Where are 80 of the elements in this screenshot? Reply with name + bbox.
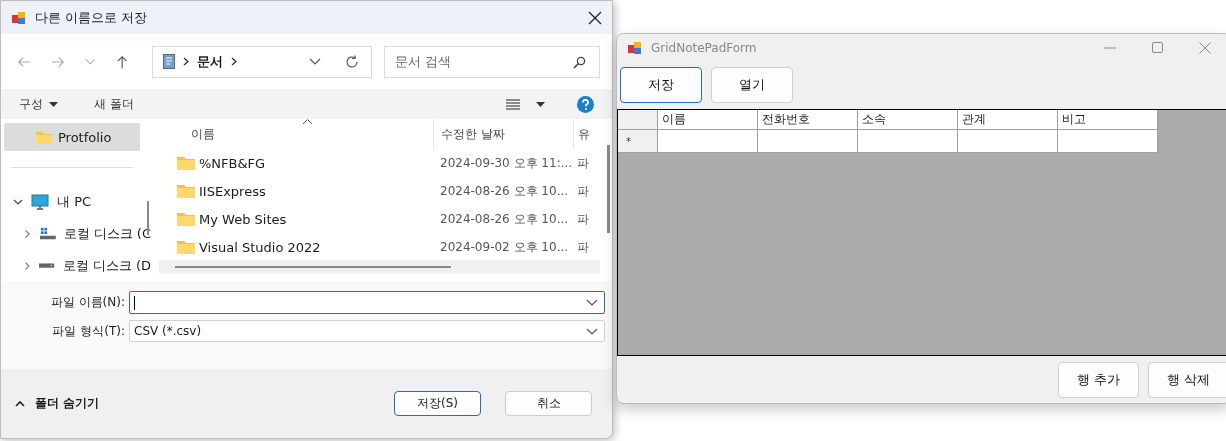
- folder-icon: [177, 212, 195, 226]
- column-header[interactable]: 이름: [159, 125, 433, 143]
- maximize-icon[interactable]: [1152, 42, 1163, 53]
- help-icon[interactable]: [577, 95, 594, 113]
- list-view-icon[interactable]: [506, 98, 520, 110]
- tree-item[interactable]: 내 PC: [1, 186, 151, 218]
- table-cell-text: 파: [576, 154, 590, 172]
- search-field[interactable]: 문서 검색: [384, 45, 600, 78]
- search-icon: [573, 55, 586, 69]
- nav-item[interactable]: Protfolio: [4, 123, 140, 151]
- add-row-button[interactable]: 행 추가: [1058, 361, 1139, 398]
- drive-icon: [39, 263, 55, 269]
- new-folder-button[interactable]: 새 폴더: [94, 95, 134, 113]
- app-icon: [11, 9, 27, 26]
- close-icon[interactable]: [588, 10, 602, 25]
- dropdown-triangle-icon[interactable]: [536, 101, 545, 107]
- combo-field[interactable]: CSV (*.csv): [129, 320, 605, 342]
- horizontal-scrollbar[interactable]: [159, 260, 600, 273]
- column-header[interactable]: 소속: [858, 110, 958, 130]
- table-cell[interactable]: [758, 130, 858, 153]
- combo-field[interactable]: [129, 291, 605, 314]
- field-label: 파일 형식(T):: [51, 322, 126, 340]
- refresh-icon[interactable]: [345, 54, 359, 69]
- folder-icon: [177, 184, 195, 198]
- document-icon: [162, 54, 175, 69]
- chevron-down-icon[interactable]: [13, 197, 23, 207]
- organize-menu[interactable]: 구성: [19, 95, 43, 113]
- save-button[interactable]: 저장(S): [394, 391, 481, 416]
- file-name[interactable]: My Web Sites: [199, 211, 287, 227]
- modified-date: 2024-08-26 오후 10...: [439, 210, 570, 228]
- app-icon: [627, 39, 643, 56]
- chevron-down-icon: [586, 299, 598, 306]
- field-label: 파일 이름(N):: [49, 294, 126, 311]
- drive-icon: [39, 227, 56, 241]
- back-arrow-icon[interactable]: [17, 54, 31, 69]
- modified-date: 2024-09-02 오후 10...: [439, 238, 570, 256]
- column-header[interactable]: 이름: [658, 110, 758, 130]
- up-arrow-icon[interactable]: [115, 53, 128, 70]
- table-cell-text: 파: [576, 182, 590, 200]
- delete-row-button[interactable]: 행 삭제: [1148, 361, 1226, 398]
- window-title: 다른 이름으로 저장: [35, 8, 148, 27]
- vertical-scrollbar[interactable]: [607, 145, 610, 233]
- chevron-down-icon[interactable]: [309, 57, 321, 66]
- tree-item[interactable]: 로컬 디스크 (D: [1, 250, 151, 282]
- table-cell[interactable]: [858, 130, 958, 153]
- hide-folders-link[interactable]: 폴더 숨기기: [35, 395, 100, 412]
- chevron-up-icon[interactable]: [15, 400, 25, 407]
- new-row-marker: *: [626, 135, 631, 147]
- file-name[interactable]: Visual Studio 2022: [199, 239, 321, 255]
- minimize-icon[interactable]: [1104, 46, 1116, 49]
- folder-icon: [177, 156, 195, 170]
- file-name[interactable]: %NFB&FG: [199, 155, 266, 171]
- table-cell-text: 파: [576, 210, 590, 228]
- column-header[interactable]: 유: [573, 119, 598, 149]
- column-header[interactable]: 수정한 날짜: [433, 119, 573, 149]
- column-header[interactable]: 비고: [1058, 110, 1158, 130]
- dropdown-triangle-icon: [49, 101, 58, 107]
- modified-date: 2024-08-26 오후 10...: [439, 182, 570, 200]
- chevron-right-icon: [182, 57, 189, 66]
- table-cell[interactable]: [658, 130, 758, 153]
- file-name[interactable]: IISExpress: [199, 183, 266, 199]
- folder-icon: [36, 130, 52, 144]
- breadcrumb-item[interactable]: 문서: [196, 52, 223, 71]
- window-title: GridNotePadForm: [651, 40, 757, 55]
- chevron-down-icon: [586, 327, 598, 335]
- cancel-button[interactable]: 취소: [505, 391, 592, 416]
- column-header[interactable]: 전화번호: [758, 110, 858, 130]
- table-cell[interactable]: [958, 130, 1058, 153]
- table-cell-text: 파: [576, 238, 590, 256]
- save-button[interactable]: 저장: [620, 67, 702, 103]
- open-button[interactable]: 열기: [711, 67, 793, 103]
- chevron-right-icon[interactable]: [230, 57, 237, 66]
- address-bar[interactable]: 문서: [151, 45, 372, 78]
- folder-icon: [177, 240, 195, 254]
- table-cell[interactable]: [1058, 130, 1158, 153]
- column-header[interactable]: 관계: [958, 110, 1058, 130]
- sort-caret-icon: [303, 119, 312, 124]
- modified-date: 2024-09-30 오후 11:...: [439, 154, 573, 172]
- forward-arrow-icon[interactable]: [51, 54, 66, 69]
- monitor-icon: [31, 194, 49, 210]
